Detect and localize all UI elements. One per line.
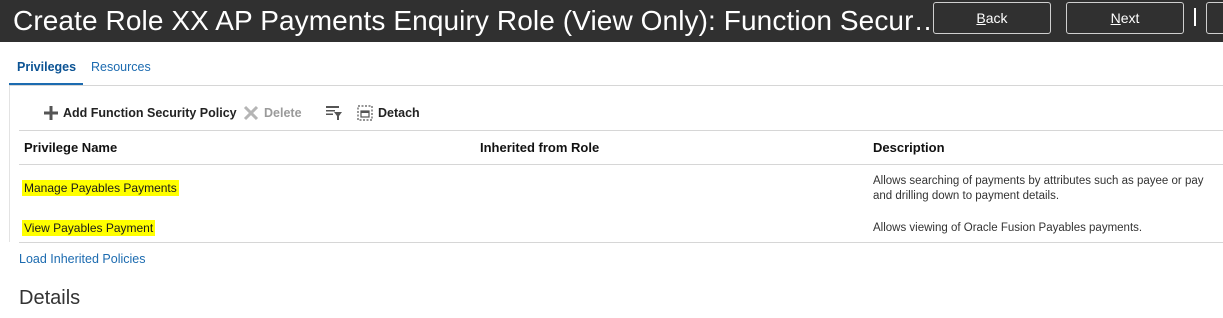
privileges-table: Privilege Name Inherited from Role Descr… bbox=[19, 130, 1223, 243]
description-cell: Allows searching of payments by attribut… bbox=[873, 174, 1203, 204]
column-header-description[interactable]: Description bbox=[873, 140, 945, 155]
more-button[interactable] bbox=[1206, 2, 1223, 34]
description-line: Allows viewing of Oracle Fusion Payables… bbox=[873, 222, 1143, 234]
next-button[interactable]: Next bbox=[1066, 2, 1184, 34]
table-toolbar: Add Function Security Policy Delete Deta… bbox=[0, 100, 1223, 126]
details-heading: Details bbox=[19, 287, 81, 309]
column-header-inherited-from-role[interactable]: Inherited from Role bbox=[480, 140, 599, 155]
privilege-name-cell[interactable]: View Payables Payment bbox=[22, 220, 156, 236]
page-title: Create Role XX AP Payments Enquiry Role … bbox=[13, 5, 942, 36]
toolbar-separator bbox=[1194, 8, 1196, 26]
query-by-example-icon bbox=[326, 106, 342, 120]
add-policy-label: Add Function Security Policy bbox=[63, 106, 237, 120]
delete-label: Delete bbox=[264, 106, 302, 120]
plus-icon bbox=[44, 106, 58, 120]
tab-bar: Privileges Resources bbox=[0, 42, 1223, 86]
load-inherited-policies-link[interactable]: Load Inherited Policies bbox=[19, 252, 145, 266]
query-by-example-button[interactable] bbox=[325, 100, 348, 126]
description-line: and drilling down to payment details. bbox=[873, 190, 1060, 202]
description-cell: Allows viewing of Oracle Fusion Payables… bbox=[873, 221, 1142, 236]
column-header-privilege-name[interactable]: Privilege Name bbox=[24, 140, 117, 155]
detach-button[interactable]: Detach bbox=[357, 100, 420, 126]
title-bar: Create Role XX AP Payments Enquiry Role … bbox=[0, 0, 1223, 42]
description-line: Allows searching of payments by attribut… bbox=[873, 175, 1204, 187]
back-button-label: Back bbox=[976, 10, 1008, 26]
table-row[interactable]: Manage Payables Payments Allows searchin… bbox=[19, 165, 1223, 205]
tab-divider bbox=[9, 85, 1223, 86]
tab-resources[interactable]: Resources bbox=[91, 60, 151, 74]
delete-x-icon bbox=[243, 105, 259, 121]
add-function-security-policy-button[interactable]: Add Function Security Policy bbox=[44, 100, 237, 126]
delete-button[interactable]: Delete bbox=[243, 100, 302, 126]
detach-label: Detach bbox=[378, 106, 420, 120]
privilege-name-cell[interactable]: Manage Payables Payments bbox=[22, 180, 179, 196]
table-row[interactable]: View Payables Payment Allows viewing of … bbox=[19, 205, 1223, 243]
tab-privileges[interactable]: Privileges bbox=[17, 60, 76, 74]
back-button[interactable]: Back bbox=[933, 2, 1051, 34]
table-header: Privilege Name Inherited from Role Descr… bbox=[19, 130, 1223, 165]
detach-icon bbox=[357, 105, 373, 121]
next-button-label: Next bbox=[1110, 10, 1140, 26]
